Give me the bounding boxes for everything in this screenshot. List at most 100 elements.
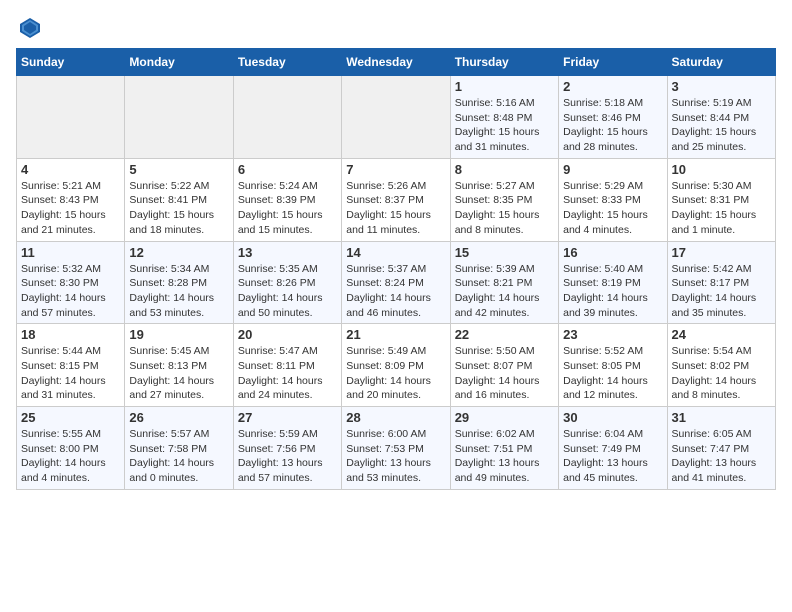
calendar-cell: 13Sunrise: 5:35 AMSunset: 8:26 PMDayligh… bbox=[233, 241, 341, 324]
day-number: 24 bbox=[672, 327, 771, 342]
calendar-cell: 23Sunrise: 5:52 AMSunset: 8:05 PMDayligh… bbox=[559, 324, 667, 407]
day-number: 26 bbox=[129, 410, 228, 425]
weekday-header: Friday bbox=[559, 49, 667, 76]
calendar-cell: 4 Sunrise: 5:21 AMSunset: 8:43 PMDaylight… bbox=[17, 158, 125, 241]
calendar-cell: 11 Sunrise: 5:32 AMSunset: 8:30 PMDayligh… bbox=[17, 241, 125, 324]
day-number: 30 bbox=[563, 410, 662, 425]
day-number: 21 bbox=[346, 327, 445, 342]
day-info: Sunrise: 5:55 AMSunset: 8:00 PMDaylight:… bbox=[21, 427, 120, 486]
day-info: Sunrise: 5:35 AMSunset: 8:26 PMDaylight:… bbox=[238, 262, 337, 321]
calendar-week-row: 11 Sunrise: 5:32 AMSunset: 8:30 PMDayligh… bbox=[17, 241, 776, 324]
day-number: 12 bbox=[129, 245, 228, 260]
day-number: 7 bbox=[346, 162, 445, 177]
day-number: 1 bbox=[455, 79, 554, 94]
day-number: 19 bbox=[129, 327, 228, 342]
day-number: 8 bbox=[455, 162, 554, 177]
page-header bbox=[16, 16, 776, 40]
calendar-week-row: 25 Sunrise: 5:55 AMSunset: 8:00 PMDayligh… bbox=[17, 407, 776, 490]
calendar-cell: 10 Sunrise: 5:30 AMSunset: 8:31 PMDayligh… bbox=[667, 158, 775, 241]
day-info: Sunrise: 5:54 AMSunset: 8:02 PMDaylight:… bbox=[672, 344, 771, 403]
calendar-cell: 9 Sunrise: 5:29 AMSunset: 8:33 PMDaylight… bbox=[559, 158, 667, 241]
day-info: Sunrise: 5:22 AMSunset: 8:41 PMDaylight:… bbox=[129, 179, 228, 238]
calendar-cell bbox=[233, 76, 341, 159]
calendar-cell: 3 Sunrise: 5:19 AMSunset: 8:44 PMDaylight… bbox=[667, 76, 775, 159]
calendar-cell: 12 Sunrise: 5:34 AMSunset: 8:28 PMDayligh… bbox=[125, 241, 233, 324]
day-number: 4 bbox=[21, 162, 120, 177]
day-info: Sunrise: 6:00 AMSunset: 7:53 PMDaylight:… bbox=[346, 427, 445, 486]
calendar-cell: 28 Sunrise: 6:00 AMSunset: 7:53 PMDayligh… bbox=[342, 407, 450, 490]
calendar-header-row: SundayMondayTuesdayWednesdayThursdayFrid… bbox=[17, 49, 776, 76]
day-number: 6 bbox=[238, 162, 337, 177]
calendar-cell: 2Sunrise: 5:18 AMSunset: 8:46 PMDaylight… bbox=[559, 76, 667, 159]
calendar-cell: 22 Sunrise: 5:50 AMSunset: 8:07 PMDayligh… bbox=[450, 324, 558, 407]
day-info: Sunrise: 5:40 AMSunset: 8:19 PMDaylight:… bbox=[563, 262, 662, 321]
calendar-cell bbox=[342, 76, 450, 159]
day-number: 20 bbox=[238, 327, 337, 342]
calendar-cell: 26 Sunrise: 5:57 AMSunset: 7:58 PMDayligh… bbox=[125, 407, 233, 490]
day-number: 15 bbox=[455, 245, 554, 260]
calendar-cell: 17 Sunrise: 5:42 AMSunset: 8:17 PMDayligh… bbox=[667, 241, 775, 324]
day-info: Sunrise: 5:37 AMSunset: 8:24 PMDaylight:… bbox=[346, 262, 445, 321]
calendar-cell: 16 Sunrise: 5:40 AMSunset: 8:19 PMDayligh… bbox=[559, 241, 667, 324]
day-number: 28 bbox=[346, 410, 445, 425]
day-info: Sunrise: 5:42 AMSunset: 8:17 PMDaylight:… bbox=[672, 262, 771, 321]
logo-icon bbox=[18, 16, 42, 40]
weekday-header: Monday bbox=[125, 49, 233, 76]
logo bbox=[16, 16, 42, 40]
day-info: Sunrise: 6:05 AMSunset: 7:47 PMDaylight:… bbox=[672, 427, 771, 486]
day-info: Sunrise: 5:16 AMSunset: 8:48 PMDaylight:… bbox=[455, 96, 554, 155]
day-info: Sunrise: 5:19 AMSunset: 8:44 PMDaylight:… bbox=[672, 96, 771, 155]
weekday-header: Thursday bbox=[450, 49, 558, 76]
calendar-cell: 7 Sunrise: 5:26 AMSunset: 8:37 PMDaylight… bbox=[342, 158, 450, 241]
calendar-week-row: 4 Sunrise: 5:21 AMSunset: 8:43 PMDaylight… bbox=[17, 158, 776, 241]
day-number: 22 bbox=[455, 327, 554, 342]
weekday-header: Sunday bbox=[17, 49, 125, 76]
day-number: 25 bbox=[21, 410, 120, 425]
day-number: 5 bbox=[129, 162, 228, 177]
day-info: Sunrise: 5:26 AMSunset: 8:37 PMDaylight:… bbox=[346, 179, 445, 238]
day-number: 11 bbox=[21, 245, 120, 260]
weekday-header: Wednesday bbox=[342, 49, 450, 76]
calendar-cell: 18 Sunrise: 5:44 AMSunset: 8:15 PMDayligh… bbox=[17, 324, 125, 407]
day-number: 16 bbox=[563, 245, 662, 260]
day-info: Sunrise: 5:44 AMSunset: 8:15 PMDaylight:… bbox=[21, 344, 120, 403]
day-number: 3 bbox=[672, 79, 771, 94]
calendar-cell: 20Sunrise: 5:47 AMSunset: 8:11 PMDayligh… bbox=[233, 324, 341, 407]
day-number: 27 bbox=[238, 410, 337, 425]
calendar-week-row: 1 Sunrise: 5:16 AMSunset: 8:48 PMDaylight… bbox=[17, 76, 776, 159]
calendar-cell: 27 Sunrise: 5:59 AMSunset: 7:56 PMDayligh… bbox=[233, 407, 341, 490]
calendar-cell: 30 Sunrise: 6:04 AMSunset: 7:49 PMDayligh… bbox=[559, 407, 667, 490]
day-info: Sunrise: 5:45 AMSunset: 8:13 PMDaylight:… bbox=[129, 344, 228, 403]
calendar-week-row: 18 Sunrise: 5:44 AMSunset: 8:15 PMDayligh… bbox=[17, 324, 776, 407]
day-info: Sunrise: 5:29 AMSunset: 8:33 PMDaylight:… bbox=[563, 179, 662, 238]
calendar-cell: 1 Sunrise: 5:16 AMSunset: 8:48 PMDaylight… bbox=[450, 76, 558, 159]
day-number: 10 bbox=[672, 162, 771, 177]
calendar-cell: 6 Sunrise: 5:24 AMSunset: 8:39 PMDaylight… bbox=[233, 158, 341, 241]
day-info: Sunrise: 5:24 AMSunset: 8:39 PMDaylight:… bbox=[238, 179, 337, 238]
day-info: Sunrise: 5:57 AMSunset: 7:58 PMDaylight:… bbox=[129, 427, 228, 486]
day-number: 17 bbox=[672, 245, 771, 260]
day-number: 18 bbox=[21, 327, 120, 342]
day-info: Sunrise: 5:34 AMSunset: 8:28 PMDaylight:… bbox=[129, 262, 228, 321]
day-number: 23 bbox=[563, 327, 662, 342]
day-info: Sunrise: 5:18 AMSunset: 8:46 PMDaylight:… bbox=[563, 96, 662, 155]
calendar-cell: 29Sunrise: 6:02 AMSunset: 7:51 PMDayligh… bbox=[450, 407, 558, 490]
day-info: Sunrise: 5:27 AMSunset: 8:35 PMDaylight:… bbox=[455, 179, 554, 238]
day-info: Sunrise: 5:50 AMSunset: 8:07 PMDaylight:… bbox=[455, 344, 554, 403]
calendar-cell bbox=[17, 76, 125, 159]
day-info: Sunrise: 5:59 AMSunset: 7:56 PMDaylight:… bbox=[238, 427, 337, 486]
day-info: Sunrise: 5:32 AMSunset: 8:30 PMDaylight:… bbox=[21, 262, 120, 321]
calendar-cell: 24 Sunrise: 5:54 AMSunset: 8:02 PMDayligh… bbox=[667, 324, 775, 407]
calendar-cell bbox=[125, 76, 233, 159]
day-info: Sunrise: 5:21 AMSunset: 8:43 PMDaylight:… bbox=[21, 179, 120, 238]
weekday-header: Saturday bbox=[667, 49, 775, 76]
day-info: Sunrise: 5:30 AMSunset: 8:31 PMDaylight:… bbox=[672, 179, 771, 238]
day-info: Sunrise: 6:02 AMSunset: 7:51 PMDaylight:… bbox=[455, 427, 554, 486]
calendar-cell: 25 Sunrise: 5:55 AMSunset: 8:00 PMDayligh… bbox=[17, 407, 125, 490]
day-info: Sunrise: 5:49 AMSunset: 8:09 PMDaylight:… bbox=[346, 344, 445, 403]
calendar-cell: 14 Sunrise: 5:37 AMSunset: 8:24 PMDayligh… bbox=[342, 241, 450, 324]
day-number: 9 bbox=[563, 162, 662, 177]
day-info: Sunrise: 6:04 AMSunset: 7:49 PMDaylight:… bbox=[563, 427, 662, 486]
calendar-cell: 31Sunrise: 6:05 AMSunset: 7:47 PMDayligh… bbox=[667, 407, 775, 490]
day-number: 14 bbox=[346, 245, 445, 260]
